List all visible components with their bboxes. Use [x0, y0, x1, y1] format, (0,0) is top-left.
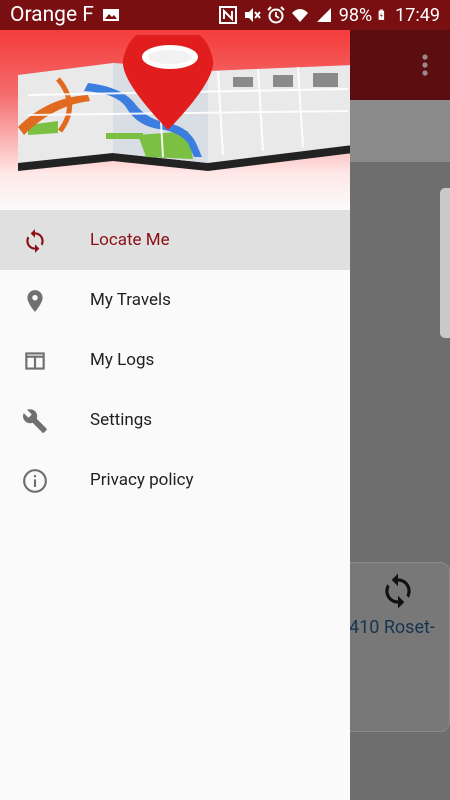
nfc-icon: [218, 6, 237, 24]
carrier-name: Orange F: [10, 3, 94, 27]
menu-item-my-logs[interactable]: My Logs: [0, 330, 350, 390]
menu-item-settings[interactable]: Settings: [0, 390, 350, 450]
refresh-icon: [26, 229, 44, 253]
menu-item-label: My Logs: [90, 350, 155, 370]
menu-item-privacy-policy[interactable]: Privacy policy: [0, 450, 350, 510]
menu-item-my-travels[interactable]: My Travels: [0, 270, 350, 330]
menu-item-label: Settings: [90, 410, 153, 430]
menu-item-locate-me[interactable]: Locate Me: [0, 210, 350, 270]
navigation-drawer: Locate Me My Travels My Logs Settings Pr…: [0, 30, 350, 800]
drawer-menu: Locate Me My Travels My Logs Settings Pr…: [0, 210, 350, 510]
wifi-icon: [291, 9, 308, 22]
map-pin-header-image: [18, 35, 350, 171]
location-pin-icon: [27, 290, 43, 312]
menu-item-label: Privacy policy: [90, 470, 194, 490]
overflow-menu-icon[interactable]: [422, 54, 428, 76]
wrench-icon: [23, 409, 47, 433]
mute-icon: [244, 8, 261, 22]
status-bar: Orange F 98% 17:49: [0, 0, 450, 30]
background-location-card[interactable]: 410 Roset-: [340, 562, 450, 732]
background-panel-handle[interactable]: [440, 188, 450, 338]
log-window-icon: [25, 352, 45, 370]
menu-item-label: Locate Me: [90, 230, 170, 250]
menu-item-label: My Travels: [90, 290, 171, 310]
battery-charging-icon: [378, 9, 385, 20]
card-address-text: 410 Roset-: [349, 617, 435, 638]
clock: 17:49: [395, 4, 440, 26]
signal-icon: [316, 8, 331, 22]
drawer-header: [0, 30, 350, 210]
battery-percentage: 98%: [338, 4, 373, 26]
info-icon: [23, 469, 47, 493]
image-notification-icon: [102, 9, 119, 21]
alarm-icon: [267, 6, 285, 24]
refresh-icon: [385, 573, 411, 609]
